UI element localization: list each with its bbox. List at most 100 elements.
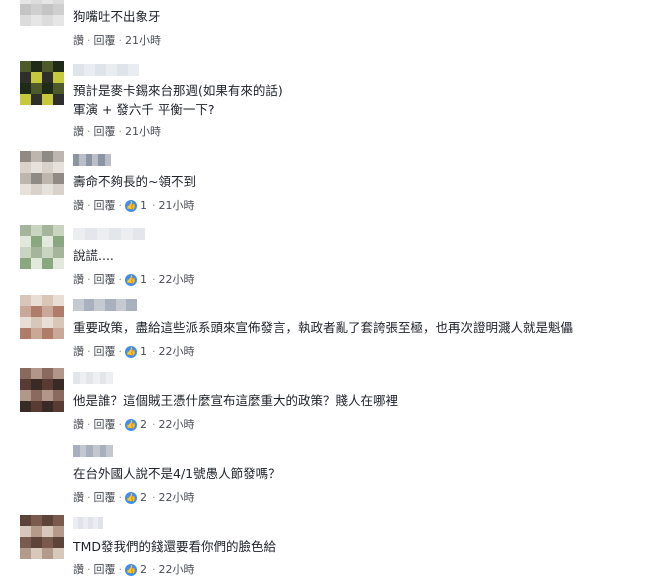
name-pixel	[73, 228, 85, 240]
name-pixel	[105, 299, 116, 311]
name-pixel	[97, 228, 109, 240]
comment-meta: 讚 · 回覆 · 👍 1 · 21小時	[73, 199, 195, 213]
like-link[interactable]: 讚	[73, 418, 84, 432]
separator-dot: ·	[87, 418, 91, 431]
avatar-pixel	[53, 83, 64, 94]
reply-link[interactable]: 回覆	[94, 345, 116, 359]
timestamp[interactable]: 22小時	[159, 345, 195, 359]
commenter-name-text	[0, 295, 1, 296]
reply-link[interactable]: 回覆	[94, 563, 116, 577]
reaction-count[interactable]: 1	[140, 345, 147, 359]
timestamp[interactable]: 22小時	[159, 563, 195, 577]
avatar-pixel	[20, 401, 31, 412]
avatar-pixel	[20, 258, 31, 269]
reply-link[interactable]: 回覆	[94, 199, 116, 213]
like-link[interactable]: 讚	[73, 273, 84, 287]
separator-dot: ·	[118, 199, 123, 212]
avatar[interactable]	[20, 61, 64, 105]
name-pixel	[85, 228, 97, 240]
avatar-pixel	[53, 236, 64, 247]
comment-text: 說謊....	[73, 248, 114, 263]
avatar-pixel	[53, 258, 64, 269]
avatar[interactable]	[20, 515, 64, 559]
avatar-pixel	[20, 537, 31, 548]
comment-text: 他是誰？這個賊王憑什麼宣布這麼重大的政策？賤人在哪裡	[73, 393, 399, 408]
avatar-pixel	[42, 83, 53, 94]
avatar-pixel	[42, 526, 53, 537]
reaction-count[interactable]: 2	[140, 491, 147, 505]
like-link[interactable]: 讚	[73, 199, 84, 213]
separator-dot: ·	[118, 273, 123, 286]
separator-dot: ·	[118, 563, 123, 576]
reaction-count[interactable]: 1	[140, 273, 147, 287]
reaction-count[interactable]: 2	[140, 563, 147, 577]
avatar-pixel	[42, 162, 53, 173]
commenter-name[interactable]	[73, 154, 111, 166]
commenter-name-text	[0, 441, 1, 442]
avatar-pixel	[42, 236, 53, 247]
like-link[interactable]: 讚	[73, 345, 84, 359]
timestamp[interactable]: 22小時	[159, 273, 195, 287]
avatar[interactable]	[20, 0, 64, 26]
avatar-pixel	[31, 548, 42, 559]
name-pixel	[79, 372, 87, 384]
separator-dot: ·	[118, 418, 123, 431]
commenter-name[interactable]	[73, 299, 138, 311]
comment-text: 壽命不夠長的~領不到	[73, 174, 196, 189]
avatar-pixel	[31, 61, 42, 72]
avatar[interactable]	[20, 295, 64, 339]
timestamp[interactable]: 22小時	[159, 418, 195, 432]
comment-text: 在台外國人說不是4/1號愚人節發嗎？	[73, 466, 281, 481]
timestamp[interactable]: 21小時	[125, 125, 161, 139]
avatar-pixel	[31, 401, 42, 412]
avatar-pixel	[53, 151, 64, 162]
reply-link[interactable]: 回覆	[94, 491, 116, 505]
avatar-pixel	[20, 379, 31, 390]
name-pixel	[73, 299, 84, 311]
avatar-pixel	[20, 61, 31, 72]
separator-dot: ·	[152, 491, 156, 504]
comment-meta: 讚 · 回覆 · 👍 2 · 22小時	[73, 563, 195, 577]
name-pixel	[128, 64, 139, 76]
commenter-name[interactable]	[73, 445, 114, 457]
name-pixel	[126, 299, 138, 311]
separator-dot: ·	[87, 34, 91, 47]
like-reaction-icon: 👍	[125, 346, 137, 358]
reply-link[interactable]: 回覆	[94, 34, 116, 48]
name-pixel	[106, 445, 114, 457]
name-pixel	[98, 517, 103, 529]
avatar-pixel	[53, 4, 64, 15]
avatar-pixel	[31, 184, 42, 195]
commenter-name[interactable]	[73, 372, 114, 384]
avatar-pixel	[53, 225, 64, 236]
avatar-pixel	[53, 317, 64, 328]
avatar-pixel	[53, 526, 64, 537]
timestamp[interactable]: 21小時	[159, 199, 195, 213]
timestamp[interactable]: 21小時	[125, 34, 161, 48]
reply-link[interactable]: 回覆	[94, 125, 116, 139]
avatar-pixel	[31, 247, 42, 258]
like-reaction-icon: 👍	[125, 200, 137, 212]
reply-link[interactable]: 回覆	[94, 273, 116, 287]
separator-dot: ·	[118, 34, 123, 47]
commenter-name[interactable]	[73, 517, 103, 529]
like-link[interactable]: 讚	[73, 491, 84, 505]
like-link[interactable]: 讚	[73, 563, 84, 577]
avatar[interactable]	[20, 368, 64, 412]
avatar-pixel	[42, 379, 53, 390]
commenter-name-text	[0, 513, 1, 514]
avatar-pixel	[53, 94, 64, 105]
reaction-count[interactable]: 2	[140, 418, 147, 432]
separator-dot: ·	[152, 199, 156, 212]
reply-link[interactable]: 回覆	[94, 418, 116, 432]
like-link[interactable]: 讚	[73, 125, 84, 139]
commenter-name[interactable]	[73, 64, 139, 76]
reaction-count[interactable]: 1	[140, 199, 147, 213]
avatar-pixel	[53, 401, 64, 412]
commenter-name[interactable]	[73, 228, 145, 240]
like-reaction-icon: 👍	[125, 564, 137, 576]
like-link[interactable]: 讚	[73, 34, 84, 48]
avatar[interactable]	[20, 151, 64, 195]
timestamp[interactable]: 22小時	[159, 491, 195, 505]
avatar[interactable]	[20, 225, 64, 269]
